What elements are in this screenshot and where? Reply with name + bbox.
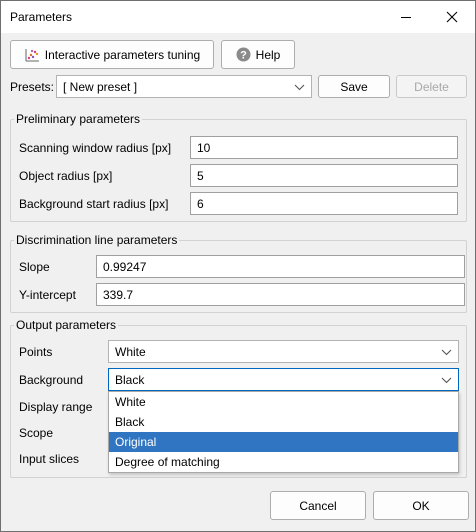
- delete-preset-label: Delete: [414, 79, 449, 94]
- help-icon: ?: [236, 47, 251, 62]
- minimize-icon: [401, 17, 411, 18]
- points-select[interactable]: White: [108, 340, 459, 363]
- background-select[interactable]: Black: [108, 368, 459, 391]
- scope-label: Scope: [19, 426, 54, 440]
- background-label: Background: [19, 373, 84, 387]
- points-label: Points: [19, 345, 53, 359]
- title-bar: Parameters: [1, 1, 475, 33]
- points-select-value: White: [115, 344, 146, 359]
- background-start-radius-field[interactable]: 6: [190, 192, 458, 215]
- scatter-plot-icon: [24, 47, 40, 63]
- cancel-button[interactable]: Cancel: [270, 491, 366, 520]
- dropdown-option-original[interactable]: Original: [109, 432, 458, 452]
- slope-value: 0.99247: [103, 259, 147, 274]
- save-preset-label: Save: [340, 79, 368, 94]
- object-radius-label: Object radius [px]: [19, 169, 113, 183]
- interactive-tuning-label: Interactive parameters tuning: [44, 47, 201, 62]
- svg-text:?: ?: [240, 50, 247, 62]
- chevron-down-icon: [441, 349, 452, 356]
- chevron-down-icon: [294, 84, 305, 91]
- chevron-down-icon: [441, 377, 452, 384]
- object-radius-value: 5: [197, 168, 204, 183]
- scanning-window-radius-value: 10: [197, 140, 211, 155]
- y-intercept-value: 339.7: [103, 287, 134, 302]
- dropdown-option-white[interactable]: White: [109, 392, 458, 412]
- y-intercept-label: Y-intercept: [19, 288, 76, 302]
- slope-field[interactable]: 0.99247: [96, 255, 465, 278]
- object-radius-field[interactable]: 5: [190, 164, 458, 187]
- close-button[interactable]: [429, 1, 475, 33]
- window-title: Parameters: [10, 10, 73, 24]
- help-button[interactable]: ? Help: [221, 40, 295, 69]
- y-intercept-field[interactable]: 339.7: [96, 283, 465, 306]
- delete-preset-button[interactable]: Delete: [396, 75, 467, 98]
- save-preset-button[interactable]: Save: [318, 75, 390, 98]
- background-start-radius-value: 6: [197, 196, 204, 211]
- scanning-window-radius-field[interactable]: 10: [190, 136, 458, 159]
- preliminary-parameters-title: Preliminary parameters: [14, 112, 143, 126]
- slope-label: Slope: [19, 260, 50, 274]
- help-label: Help: [255, 47, 281, 62]
- parameters-dialog: Parameters Interactive parameters tuning: [0, 0, 476, 532]
- background-start-radius-label: Background start radius [px]: [19, 197, 169, 211]
- scanning-window-radius-label: Scanning window radius [px]: [19, 141, 172, 155]
- display-range-label: Display range: [19, 400, 93, 414]
- interactive-tuning-button[interactable]: Interactive parameters tuning: [10, 40, 214, 69]
- input-slices-label: Input slices: [19, 452, 80, 466]
- ok-button[interactable]: OK: [373, 491, 469, 520]
- dropdown-option-degree-of-matching[interactable]: Degree of matching: [109, 452, 458, 472]
- presets-label: Presets:: [10, 80, 55, 94]
- ok-label: OK: [412, 498, 430, 513]
- discrimination-line-title: Discrimination line parameters: [14, 233, 180, 247]
- dropdown-option-black[interactable]: Black: [109, 412, 458, 432]
- presets-select[interactable]: [ New preset ]: [56, 75, 312, 98]
- minimize-button[interactable]: [383, 1, 429, 33]
- background-dropdown-list: White Black Original Degree of matching: [108, 391, 459, 473]
- background-select-value: Black: [115, 372, 145, 387]
- presets-select-value: [ New preset ]: [63, 79, 138, 94]
- cancel-label: Cancel: [299, 498, 337, 513]
- close-icon: [446, 11, 458, 23]
- output-parameters-title: Output parameters: [14, 318, 119, 332]
